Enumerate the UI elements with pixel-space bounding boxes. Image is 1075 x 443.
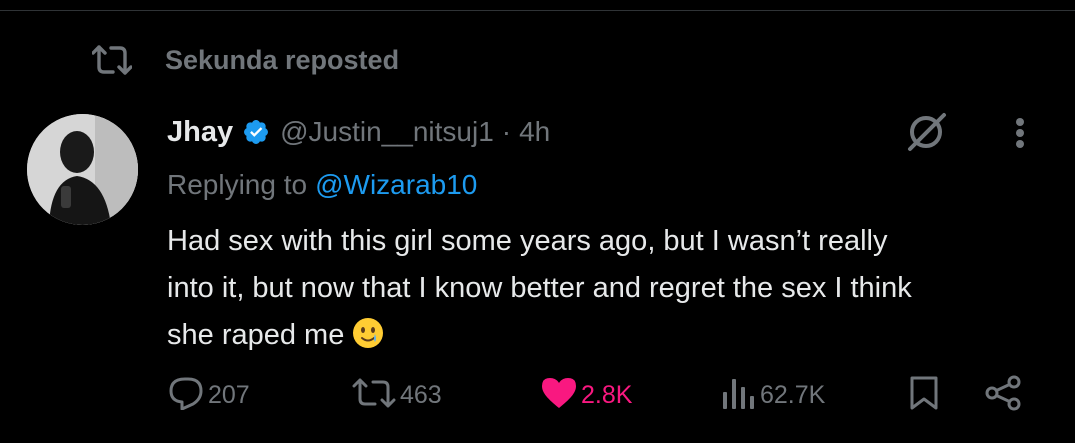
tweet-header: Jhay @Justin__nitsuj1 · 4h bbox=[167, 110, 550, 154]
repost-label: Sekunda reposted bbox=[165, 44, 400, 75]
reply-icon bbox=[168, 376, 204, 415]
reply-button[interactable]: 207 bbox=[168, 370, 250, 420]
bookmark-button[interactable] bbox=[908, 370, 940, 420]
bookmark-icon bbox=[908, 375, 940, 416]
share-button[interactable] bbox=[984, 370, 1022, 420]
replying-to: Replying to @Wizarab10 bbox=[167, 163, 477, 207]
heart-icon bbox=[541, 377, 577, 414]
replying-prefix: Replying to bbox=[167, 169, 308, 200]
avatar[interactable] bbox=[27, 114, 138, 225]
more-dot bbox=[1016, 140, 1024, 148]
smiling-face-with-tear-emoji bbox=[352, 317, 384, 349]
more-dot bbox=[1016, 129, 1024, 137]
repost-count: 463 bbox=[400, 380, 442, 409]
timestamp[interactable]: 4h bbox=[519, 116, 550, 148]
like-button[interactable]: 2.8K bbox=[541, 370, 632, 420]
more-dot bbox=[1016, 118, 1024, 126]
views-icon bbox=[720, 376, 756, 415]
repost-icon bbox=[352, 376, 396, 415]
repost-button[interactable]: 463 bbox=[352, 370, 442, 420]
grok-icon[interactable] bbox=[903, 108, 949, 154]
author-name[interactable]: Jhay bbox=[167, 116, 233, 149]
like-count: 2.8K bbox=[581, 380, 633, 409]
top-divider bbox=[0, 10, 1075, 11]
views-button[interactable]: 62.7K bbox=[720, 370, 825, 420]
views-count: 62.7K bbox=[760, 380, 826, 409]
action-bar: 207 463 2.8K 62.7K bbox=[0, 370, 1075, 420]
more-options-icon[interactable] bbox=[1005, 112, 1035, 154]
verified-badge-icon[interactable] bbox=[242, 118, 270, 146]
separator-dot: · bbox=[501, 116, 512, 147]
tweet-text-line: Had sex with this girl some years ago, b… bbox=[167, 225, 888, 257]
tweet-text-line: into it, but now that I know better and … bbox=[167, 272, 912, 304]
tweet-text-line: she raped me bbox=[167, 319, 345, 351]
reply-mention-link[interactable]: @Wizarab10 bbox=[315, 169, 477, 201]
author-handle[interactable]: @Justin__nitsuj1 bbox=[280, 116, 494, 148]
share-icon bbox=[984, 375, 1022, 416]
repost-context[interactable]: Sekunda reposted bbox=[92, 40, 399, 80]
reply-count: 207 bbox=[208, 380, 250, 409]
tweet-text: Had sex with this girl some years ago, b… bbox=[167, 218, 1047, 359]
repost-icon bbox=[92, 40, 132, 80]
